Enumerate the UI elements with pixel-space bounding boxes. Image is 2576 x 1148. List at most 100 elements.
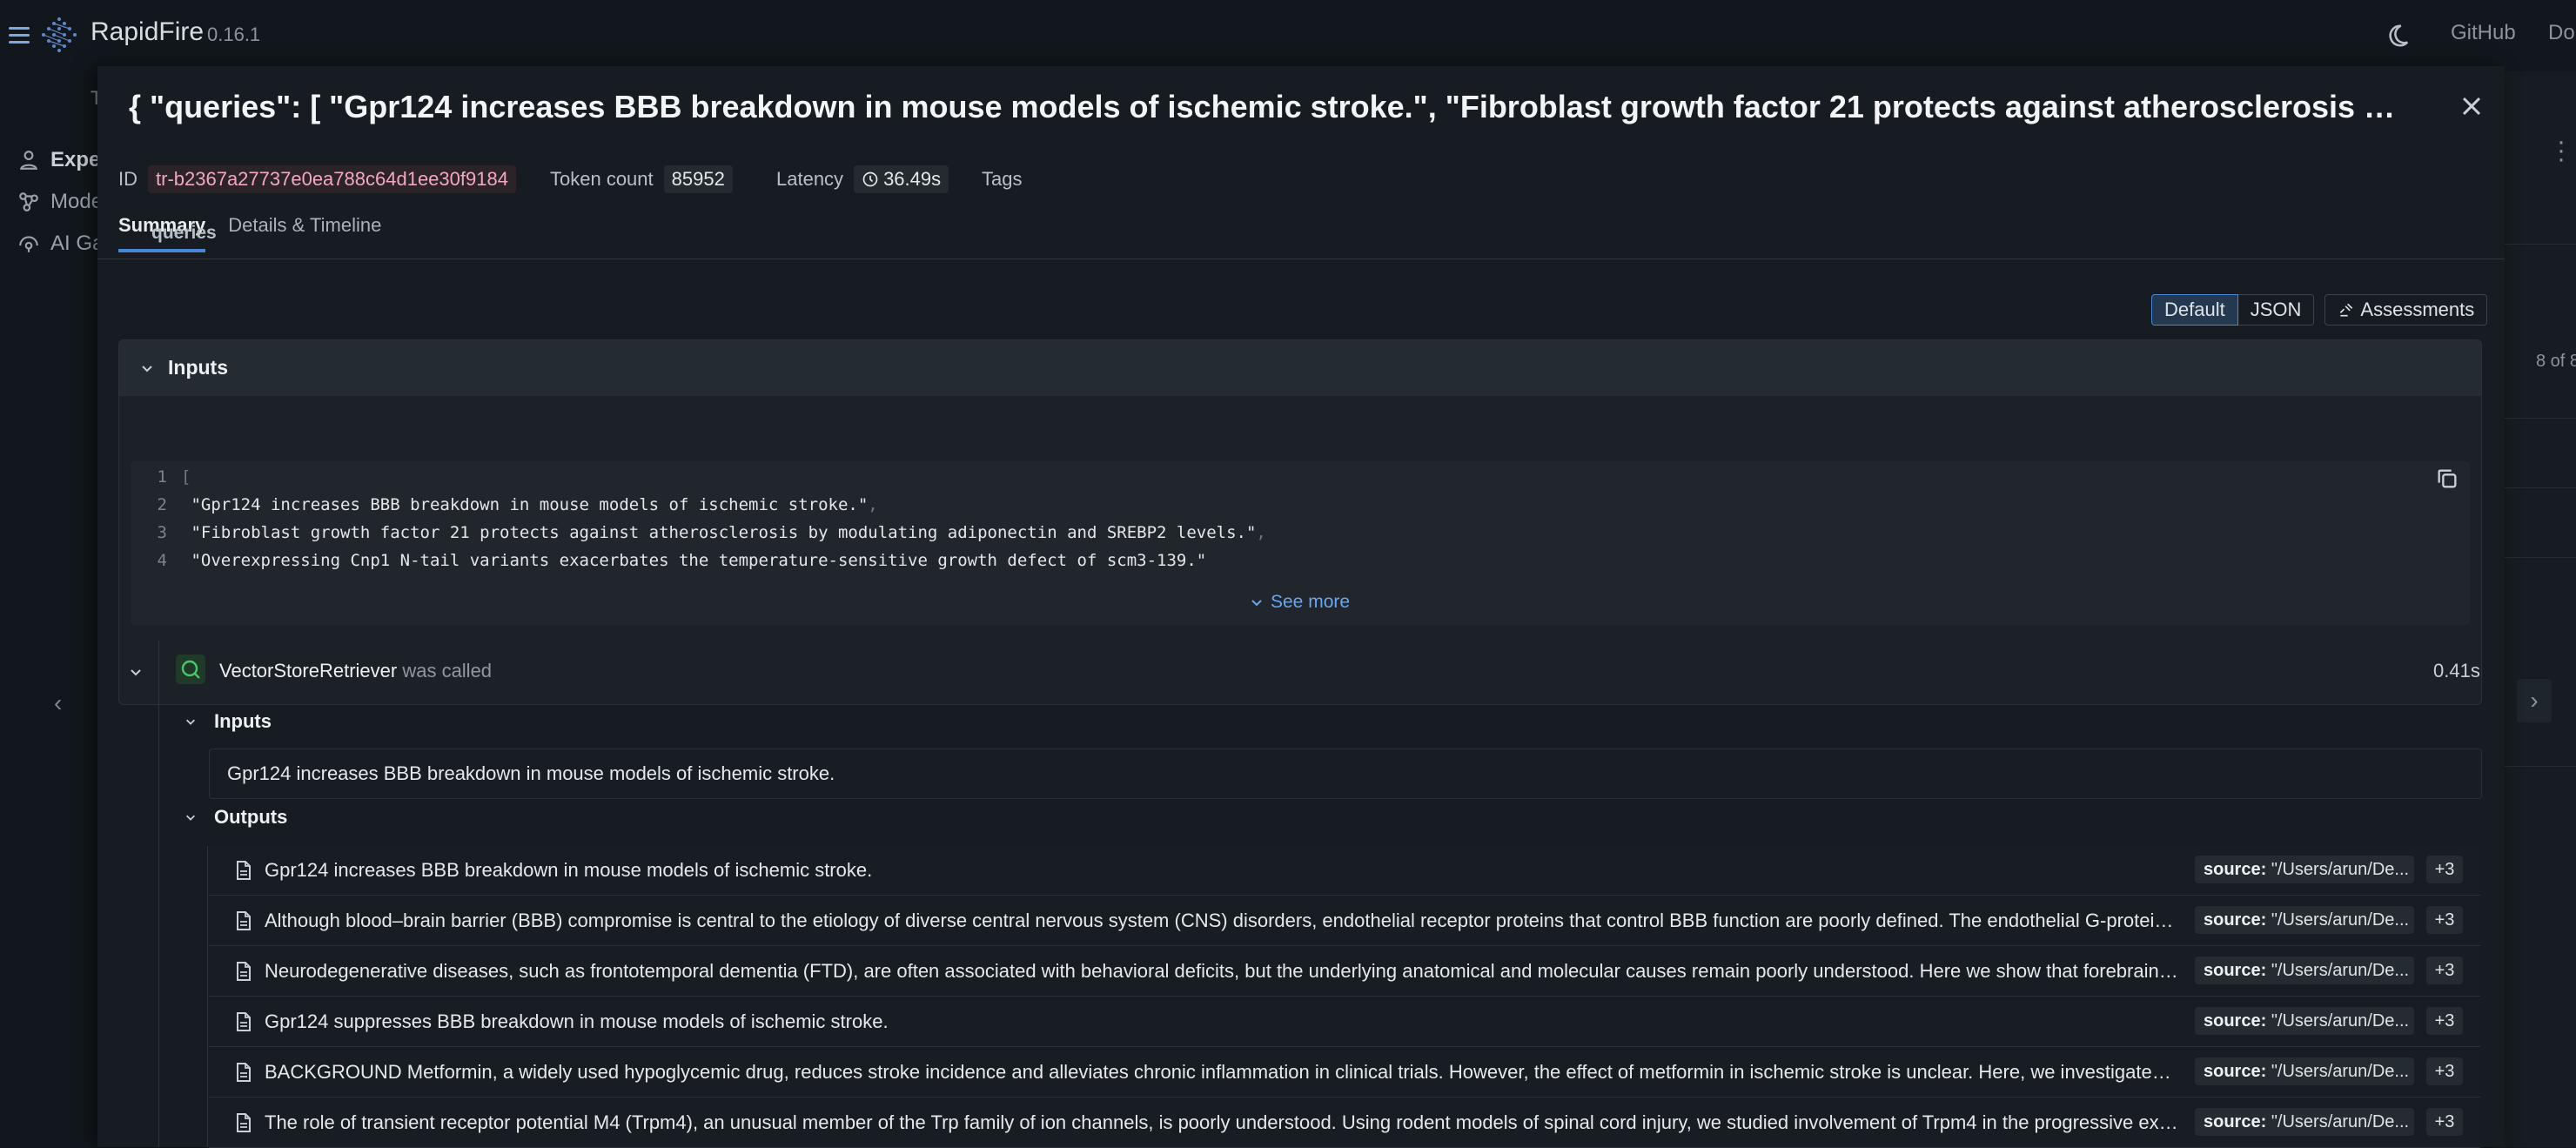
span-input-value: Gpr124 increases BBB breakdown in mouse … bbox=[209, 749, 2482, 799]
document-text: Neurodegenerative diseases, such as fron… bbox=[265, 960, 2179, 982]
more-metadata-pill[interactable]: +3 bbox=[2426, 906, 2463, 934]
tags-label[interactable]: Tags bbox=[982, 165, 1022, 193]
document-text: Gpr124 increases BBB breakdown in mouse … bbox=[265, 859, 873, 881]
latency-label: Latency bbox=[776, 168, 844, 190]
output-document-row[interactable]: Neurodegenerative diseases, such as fron… bbox=[209, 947, 2480, 997]
experiment-icon bbox=[20, 151, 37, 170]
code-line: 3 "Fibroblast growth factor 21 protects … bbox=[157, 523, 1266, 542]
sidebar-item-ai-gateway[interactable]: AI Ga bbox=[17, 228, 104, 259]
tab-details-timeline[interactable]: Details & Timeline bbox=[228, 214, 381, 252]
dark-mode-icon[interactable] bbox=[2385, 23, 2411, 49]
retriever-span-icon bbox=[176, 655, 205, 684]
more-options-icon[interactable]: · · · bbox=[2557, 129, 2566, 172]
token-count: Token count 85952 bbox=[550, 165, 733, 193]
background-divider bbox=[2505, 766, 2576, 767]
span-name[interactable]: VectorStoreRetriever was called bbox=[219, 660, 492, 682]
sidebar-item-experiments[interactable]: Expe bbox=[17, 144, 100, 176]
sidebar-item-label: Expe bbox=[50, 148, 101, 171]
document-text: Although blood–brain barrier (BBB) compr… bbox=[265, 910, 2179, 931]
more-metadata-pill[interactable]: +3 bbox=[2426, 1057, 2463, 1085]
search-icon bbox=[181, 660, 200, 679]
background-divider bbox=[2505, 487, 2576, 488]
token-count-value: 85952 bbox=[663, 165, 733, 193]
source-pill[interactable]: source: "/Users/arun/De... bbox=[2195, 1108, 2414, 1136]
source-pill[interactable]: source: "/Users/arun/De... bbox=[2195, 957, 2414, 984]
tab-divider bbox=[97, 258, 2505, 259]
more-metadata-pill[interactable]: +3 bbox=[2426, 856, 2463, 883]
more-metadata-pill[interactable]: +3 bbox=[2426, 1108, 2463, 1136]
file-icon bbox=[237, 911, 251, 930]
brand-name[interactable]: RapidFire bbox=[91, 17, 204, 47]
span-inputs-header[interactable]: Inputs bbox=[214, 710, 272, 733]
chevron-down-icon[interactable] bbox=[184, 811, 197, 823]
docs-link[interactable]: Do bbox=[2548, 21, 2575, 45]
source-pill[interactable]: source: "/Users/arun/De... bbox=[2195, 856, 2414, 883]
github-link[interactable]: GitHub bbox=[2451, 21, 2516, 45]
chevron-down-icon[interactable] bbox=[129, 665, 143, 679]
more-metadata-pill[interactable]: +3 bbox=[2426, 957, 2463, 984]
background-page bbox=[2505, 71, 2576, 1147]
token-count-label: Token count bbox=[550, 168, 654, 190]
latency: Latency 36.49s bbox=[776, 165, 949, 193]
latency-pill: 36.49s bbox=[854, 165, 949, 193]
view-default-button[interactable]: Default bbox=[2151, 294, 2238, 326]
file-icon bbox=[237, 1063, 251, 1082]
see-more-link[interactable]: See more bbox=[1250, 592, 1350, 613]
next-trace-button[interactable]: › bbox=[2517, 679, 2552, 722]
document-text: Gpr124 suppresses BBB breakdown in mouse… bbox=[265, 1010, 889, 1032]
tree-connector bbox=[207, 846, 208, 1147]
code-line: 4 "Overexpressing Cnp1 N-tail variants e… bbox=[157, 551, 1207, 570]
assessments-button[interactable]: Assessments bbox=[2324, 294, 2488, 326]
model-icon bbox=[19, 192, 38, 211]
more-metadata-pill[interactable]: +3 bbox=[2426, 1007, 2463, 1035]
queries-field-label: queries bbox=[151, 223, 217, 243]
file-icon bbox=[237, 1113, 251, 1132]
sidebar-item-label: AI Ga bbox=[50, 232, 104, 255]
view-switch: Default JSON Assessments bbox=[2151, 294, 2488, 326]
span-duration: 0.41s bbox=[2433, 660, 2480, 681]
tree-connector bbox=[158, 641, 159, 1147]
trace-id-label: ID bbox=[118, 168, 138, 190]
copy-icon[interactable] bbox=[2435, 467, 2459, 491]
rapidfire-logo-icon[interactable] bbox=[40, 16, 78, 54]
trace-id-value[interactable]: tr-b2367a27737e0ea788c64d1ee30f9184 bbox=[148, 165, 516, 193]
span-outputs-header[interactable]: Outputs bbox=[214, 806, 287, 829]
sidebar-item-label: Mode bbox=[50, 190, 104, 213]
source-pill[interactable]: source: "/Users/arun/De... bbox=[2195, 1057, 2414, 1085]
close-icon[interactable] bbox=[2456, 91, 2487, 122]
background-divider bbox=[2505, 244, 2576, 245]
background-divider bbox=[2505, 557, 2576, 558]
clock-icon bbox=[862, 171, 878, 187]
code-line: 2 "Gpr124 increases BBB breakdown in mou… bbox=[157, 495, 878, 514]
background-count: 8 of 8 bbox=[2536, 352, 2576, 371]
output-document-row[interactable]: BACKGROUND Metformin, a widely used hypo… bbox=[209, 1048, 2480, 1098]
trace-title: { "queries": [ "Gpr124 increases BBB bre… bbox=[129, 89, 2409, 124]
output-document-row[interactable]: The role of transient receptor potential… bbox=[209, 1098, 2480, 1148]
document-text: BACKGROUND Metformin, a widely used hypo… bbox=[265, 1061, 2179, 1083]
output-document-row[interactable]: Gpr124 increases BBB breakdown in mouse … bbox=[209, 846, 2480, 896]
chevron-down-icon[interactable] bbox=[184, 715, 197, 728]
menu-icon[interactable] bbox=[9, 23, 30, 47]
collapse-sidebar-icon[interactable]: ‹ bbox=[54, 689, 62, 717]
file-icon bbox=[237, 962, 251, 981]
chevron-down-icon[interactable] bbox=[140, 361, 154, 375]
output-document-row[interactable]: Gpr124 suppresses BBB breakdown in mouse… bbox=[209, 997, 2480, 1047]
file-icon bbox=[237, 861, 251, 880]
document-text: The role of transient receptor potential… bbox=[265, 1111, 2179, 1133]
latency-value: 36.49s bbox=[883, 168, 942, 190]
inputs-section-header[interactable]: Inputs bbox=[119, 340, 2481, 396]
top-bar: RapidFire 0.16.1 GitHub Do bbox=[0, 0, 2576, 72]
inputs-section-title: Inputs bbox=[168, 356, 228, 379]
assessments-label: Assessments bbox=[2360, 299, 2475, 320]
background-divider bbox=[2505, 418, 2576, 419]
trace-id: ID tr-b2367a27737e0ea788c64d1ee30f9184 bbox=[118, 165, 516, 193]
source-pill[interactable]: source: "/Users/arun/De... bbox=[2195, 1007, 2414, 1035]
sidebar-item-models[interactable]: Mode bbox=[17, 186, 103, 218]
source-pill[interactable]: source: "/Users/arun/De... bbox=[2195, 906, 2414, 934]
view-json-button[interactable]: JSON bbox=[2237, 294, 2315, 326]
output-document-row[interactable]: Although blood–brain barrier (BBB) compr… bbox=[209, 896, 2480, 946]
ai-gateway-icon bbox=[19, 236, 38, 252]
file-icon bbox=[237, 1012, 251, 1031]
chevron-down-icon bbox=[1251, 600, 1262, 607]
code-line: 1[ bbox=[157, 467, 191, 487]
